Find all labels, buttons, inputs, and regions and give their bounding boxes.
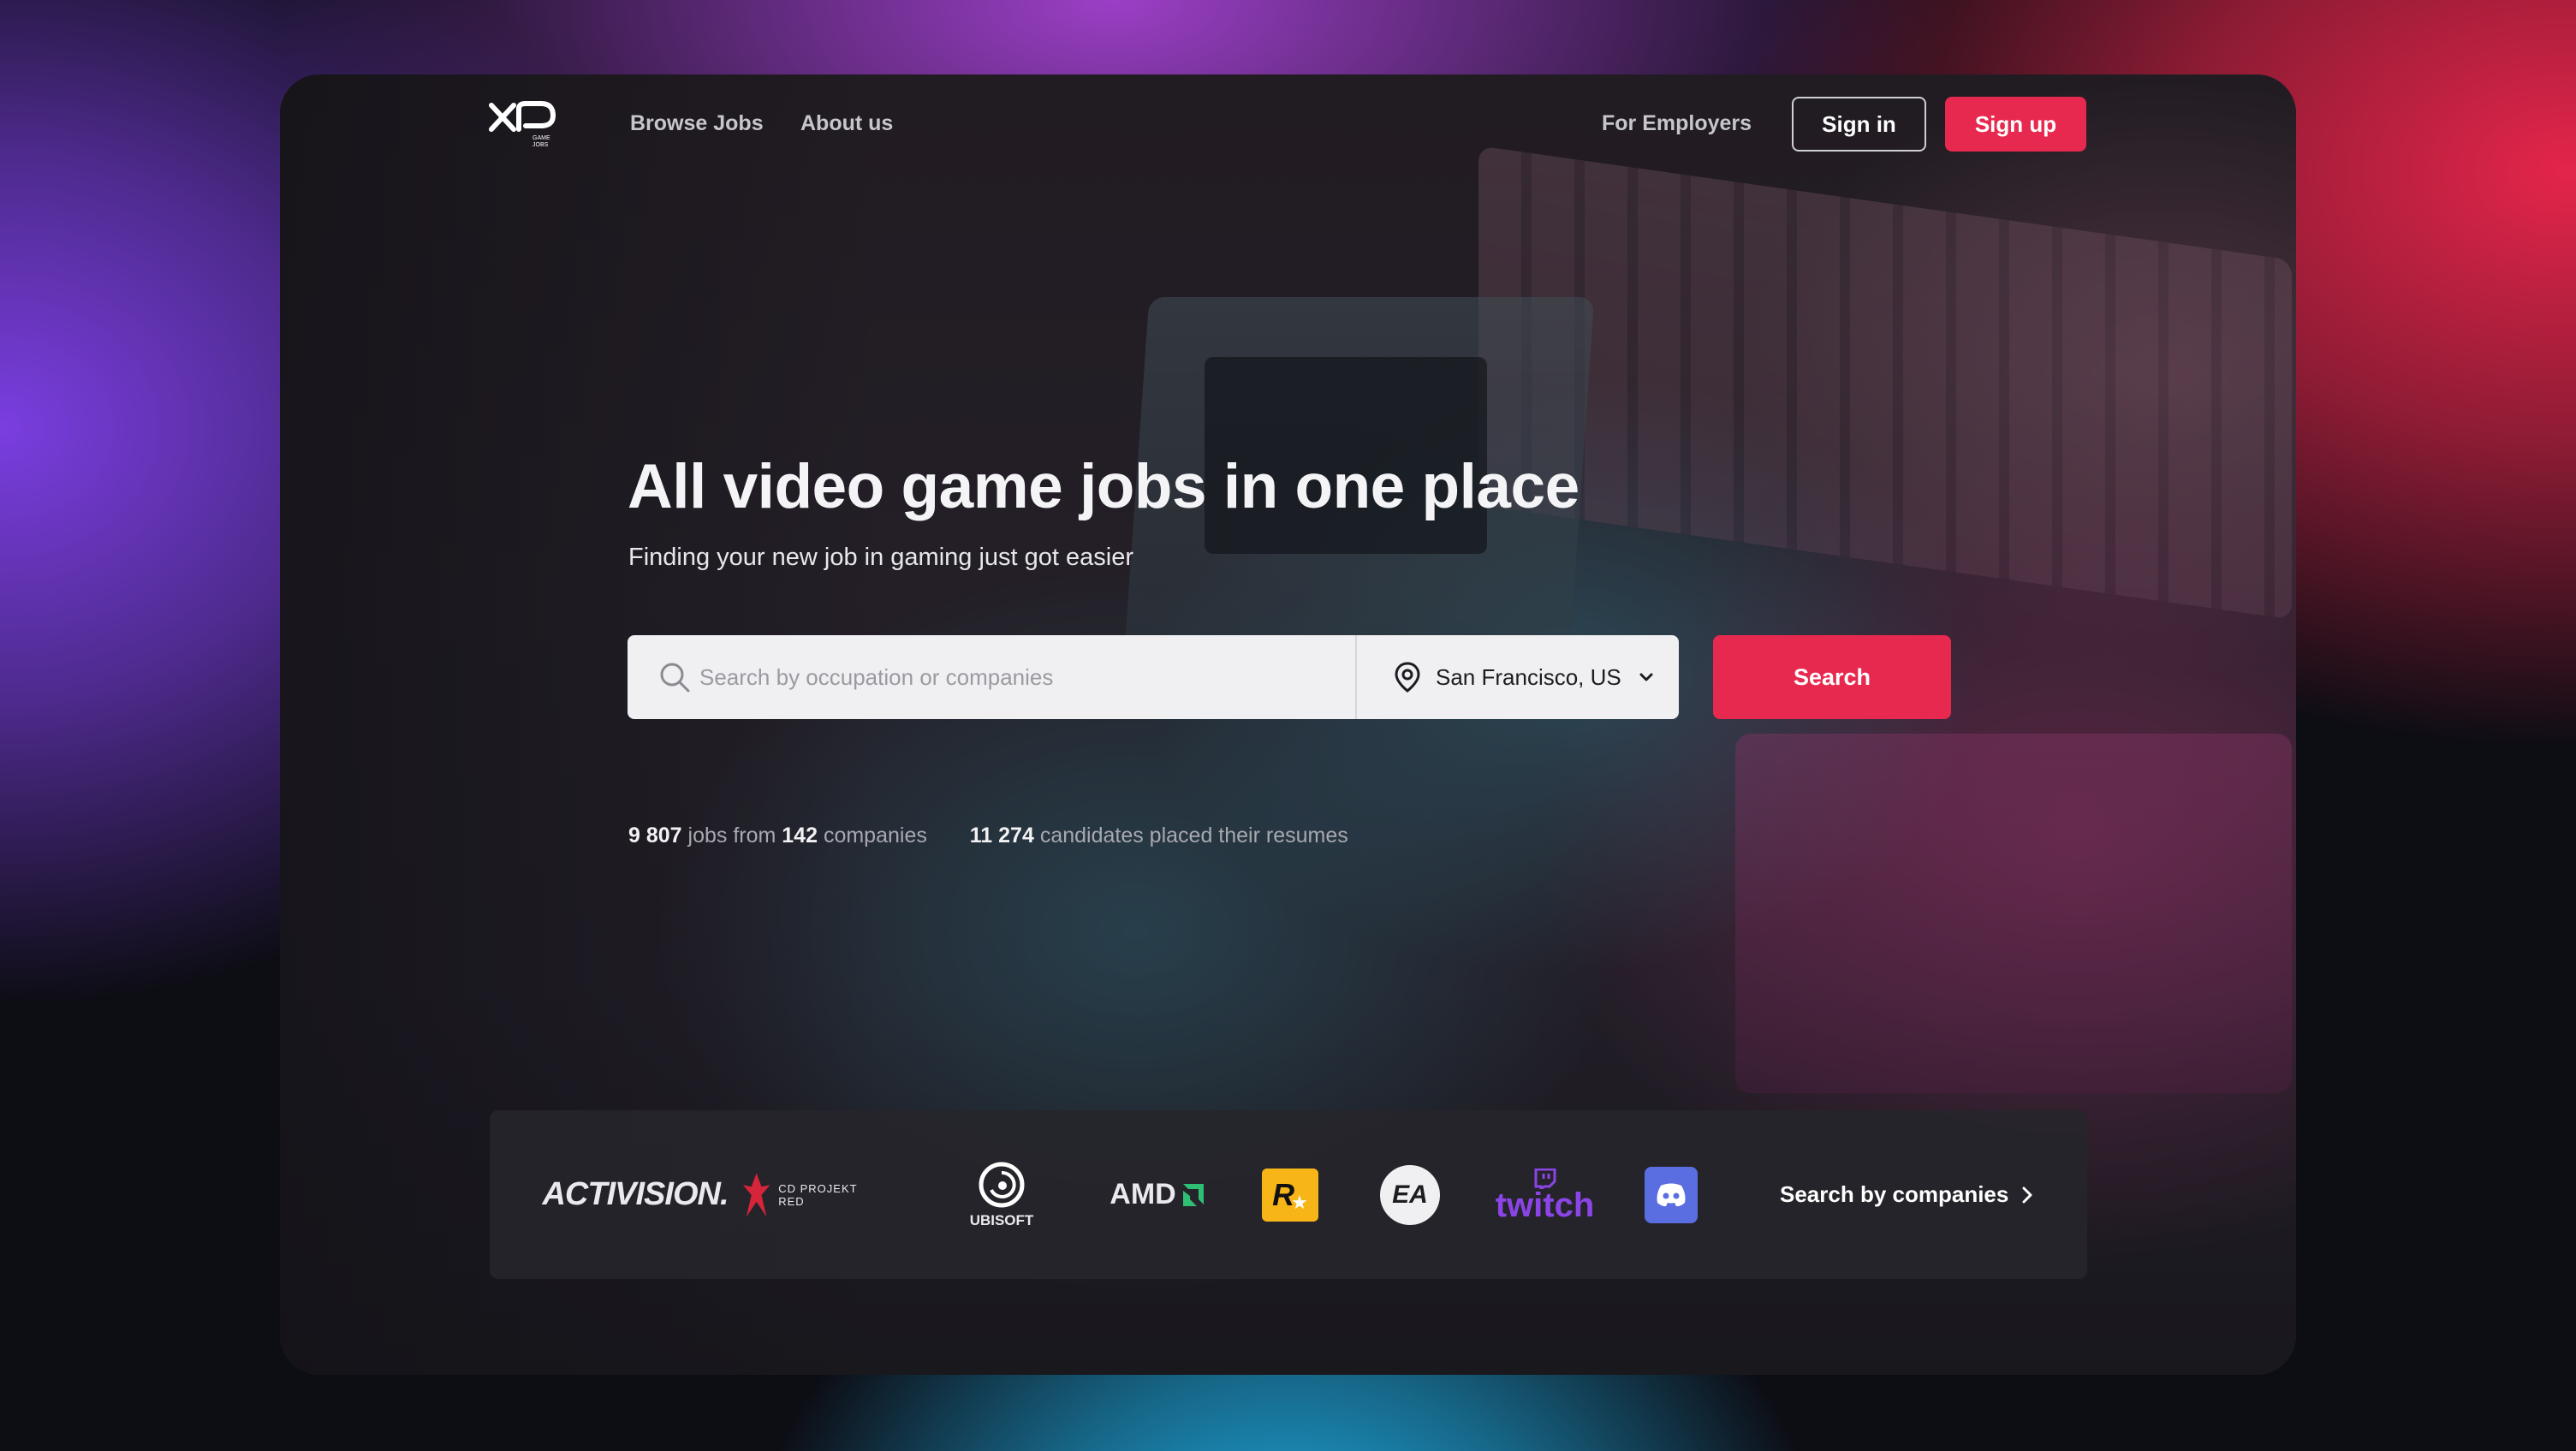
search-button[interactable]: Search bbox=[1713, 635, 1951, 719]
amd-logo[interactable]: AMD bbox=[1102, 1110, 1213, 1279]
ubisoft-swirl-icon bbox=[979, 1162, 1025, 1207]
companies-count: 142 bbox=[782, 824, 818, 847]
chevron-down-icon bbox=[1637, 668, 1656, 687]
nav-for-employers[interactable]: For Employers bbox=[1602, 111, 1752, 136]
location-select[interactable]: San Francisco, US bbox=[1357, 635, 1679, 719]
svg-text:GAME: GAME bbox=[532, 135, 550, 141]
cd-projekt-red-logo[interactable]: CD PROJEKT RED bbox=[740, 1110, 885, 1279]
discord-icon bbox=[1657, 1183, 1686, 1206]
page-subtitle: Finding your new job in gaming just got … bbox=[628, 544, 1133, 571]
ea-logo[interactable]: EA bbox=[1380, 1110, 1440, 1279]
chevron-right-icon bbox=[2022, 1186, 2032, 1203]
companies-label: companies bbox=[823, 824, 927, 847]
twitch-glitch-icon bbox=[1534, 1168, 1556, 1189]
rockstar-star-icon: ★ bbox=[1291, 1191, 1308, 1213]
activision-logo[interactable]: ACTIVISION. bbox=[542, 1110, 729, 1279]
rockstar-badge: R ★ bbox=[1262, 1168, 1318, 1222]
location-pin-icon bbox=[1393, 661, 1422, 693]
discord-logo[interactable] bbox=[1641, 1110, 1701, 1279]
search-input[interactable] bbox=[699, 656, 1333, 699]
amd-arrow-icon bbox=[1182, 1183, 1204, 1206]
sign-up-button[interactable]: Sign up bbox=[1945, 97, 2086, 152]
top-navigation: GAME JOBS Browse Jobs About us For Emplo… bbox=[280, 74, 2296, 177]
search-icon bbox=[658, 661, 691, 693]
cd-projekt-bird-icon bbox=[742, 1172, 770, 1217]
nav-about-us[interactable]: About us bbox=[800, 111, 893, 136]
rockstar-logo[interactable]: R ★ bbox=[1260, 1110, 1320, 1279]
candidates-count: 11 274 bbox=[969, 824, 1034, 847]
companies-strip: ACTIVISION. CD PROJEKT RED UBISOFT AMD R bbox=[490, 1110, 2087, 1279]
search-by-companies-label: Search by companies bbox=[1780, 1181, 2009, 1207]
jobs-count: 9 807 bbox=[628, 824, 682, 847]
discord-badge bbox=[1645, 1166, 1698, 1223]
nav-browse-jobs[interactable]: Browse Jobs bbox=[630, 111, 764, 136]
candidates-label: candidates placed their resumes bbox=[1039, 824, 1348, 847]
app-window: GAME JOBS Browse Jobs About us For Emplo… bbox=[280, 74, 2296, 1375]
sign-in-button[interactable]: Sign in bbox=[1792, 97, 1926, 152]
search-by-companies-link[interactable]: Search by companies bbox=[1780, 1110, 2034, 1279]
stats-line: 9 807 jobs from 142 companies 11 274 can… bbox=[628, 824, 1348, 848]
xp-logo[interactable]: GAME JOBS bbox=[488, 100, 556, 148]
location-value: San Francisco, US bbox=[1436, 663, 1621, 690]
svg-text:JOBS: JOBS bbox=[532, 142, 549, 148]
ea-badge: EA bbox=[1380, 1164, 1440, 1225]
twitch-logo[interactable]: twitch bbox=[1496, 1110, 1594, 1279]
jobs-from-label: jobs from bbox=[687, 824, 776, 847]
search-bar: San Francisco, US bbox=[628, 635, 1679, 719]
page-title: All video game jobs in one place bbox=[628, 452, 1580, 521]
ubisoft-logo[interactable]: UBISOFT bbox=[959, 1110, 1044, 1279]
